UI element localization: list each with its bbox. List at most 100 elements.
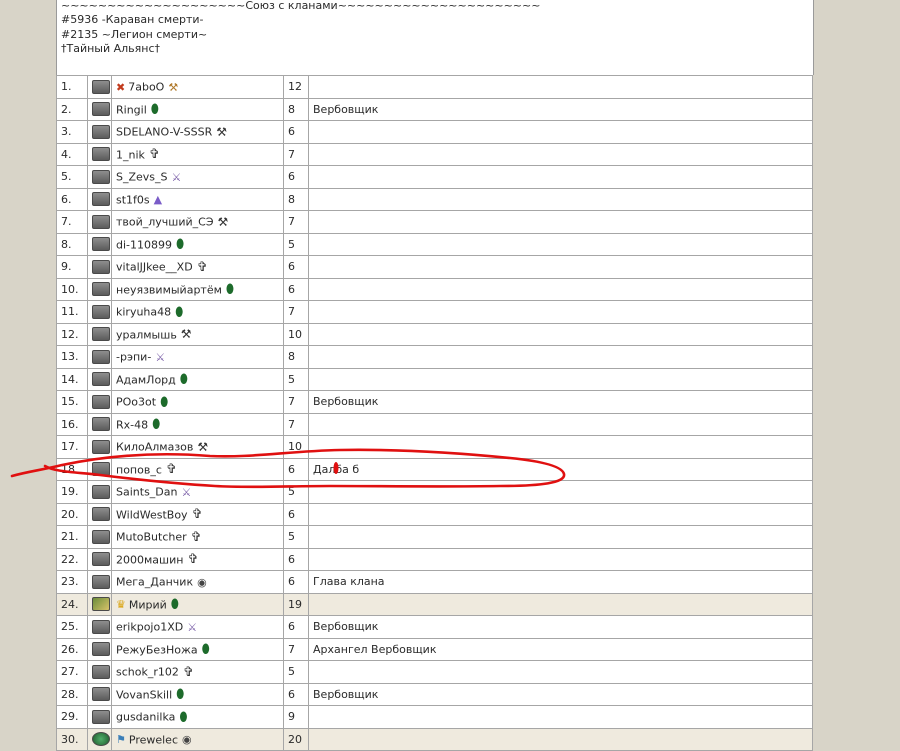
member-role: Глава клана — [308, 570, 813, 594]
member-rank-number: 1. — [56, 75, 88, 99]
member-nick-cell: MutoButcher ✞ — [111, 525, 284, 549]
member-role — [308, 525, 813, 549]
member-row: 9. vitalJJkee__XD ✞ 6 — [56, 255, 813, 279]
member-role — [308, 592, 813, 616]
member-row: 14. АдамЛорд ⬮ 5 — [56, 367, 813, 391]
member-role — [308, 210, 813, 234]
member-nick-cell: SDELANO-V-SSSR ⚒ — [111, 120, 284, 144]
member-level: 6 — [283, 457, 309, 481]
allied-clan-3: †Тайный Альянс† — [61, 42, 161, 55]
member-nick-link[interactable]: Prewelec — [129, 733, 178, 746]
sword-icon: ⚔ — [181, 485, 192, 499]
sword-icon: ⚔ — [187, 620, 198, 634]
member-rank-cell — [87, 547, 112, 571]
member-rank-number: 21. — [56, 525, 88, 549]
member-nick-link[interactable]: WildWestBoy — [116, 508, 188, 521]
leaf-icon: ⬮ — [175, 304, 184, 320]
member-level: 5 — [283, 367, 309, 391]
member-nick-link[interactable]: gusdanilka — [116, 711, 175, 724]
member-level: 9 — [283, 705, 309, 729]
member-nick-link[interactable]: VovanSkill — [116, 688, 172, 701]
member-nick-link[interactable]: vitalJJkee__XD — [116, 261, 193, 274]
member-nick-cell: ⚑ Prewelec ◉ — [111, 727, 284, 751]
member-nick-cell: S_Zevs_S ⚔ — [111, 165, 284, 189]
member-nick-cell: 2000машин ✞ — [111, 547, 284, 571]
member-nick-cell: schok_r102 ✞ — [111, 660, 284, 684]
member-role — [308, 142, 813, 166]
member-rank-cell — [87, 570, 112, 594]
member-role: Вербовщик — [308, 390, 813, 414]
member-rank-number: 8. — [56, 232, 88, 256]
member-nick-link[interactable]: АдамЛорд — [116, 373, 176, 386]
member-nick-link[interactable]: 1_nik — [116, 148, 145, 161]
member-level: 7 — [283, 412, 309, 436]
member-nick-link[interactable]: КилоАлмазов — [116, 441, 193, 454]
sword-icon: ⚔ — [155, 350, 166, 364]
member-row: 30. ⚑ Prewelec ◉ 20 — [56, 727, 813, 751]
member-nick-link[interactable]: 7aboO — [128, 81, 164, 94]
member-rank-number: 10. — [56, 277, 88, 301]
member-nick-link[interactable]: 2000машин — [116, 553, 183, 566]
member-rank-cell — [87, 592, 112, 616]
member-nick-cell: неуязвимыйартём ⬮ — [111, 277, 284, 301]
scythe-icon: ⚒ — [197, 439, 209, 454]
member-nick-link[interactable]: st1f0s — [116, 193, 150, 206]
member-nick-link[interactable]: Ringil — [116, 103, 147, 116]
member-nick-link[interactable]: schok_r102 — [116, 666, 179, 679]
member-rank-number: 13. — [56, 345, 88, 369]
member-nick-link[interactable]: РежуБезНожа — [116, 643, 198, 656]
leaf-icon: ⬮ — [176, 687, 185, 702]
member-nick-link[interactable]: неуязвимыйартём — [116, 283, 222, 296]
member-rank-number: 27. — [56, 660, 88, 684]
member-row: 15. POo3ot ⬮ 7 Вербовщик — [56, 390, 813, 414]
member-nick-link[interactable]: Saints_Dan — [116, 486, 177, 499]
member-rank-cell — [87, 345, 112, 369]
member-rank-cell — [87, 277, 112, 301]
member-nick-cell: WildWestBoy ✞ — [111, 502, 284, 526]
member-rank-number: 14. — [56, 367, 88, 391]
member-nick-link[interactable]: Мега_Данчик — [116, 576, 193, 589]
member-rank-cell — [87, 142, 112, 166]
member-role — [308, 120, 813, 144]
member-row: 6. st1f0s ▲ 8 — [56, 187, 813, 211]
leaf-icon: ⬮ — [225, 282, 235, 297]
member-nick-link[interactable]: S_Zevs_S — [116, 171, 168, 184]
member-nick-link[interactable]: Мирий — [129, 598, 167, 611]
member-nick-link[interactable]: SDELANO-V-SSSR — [116, 126, 212, 139]
member-nick-link[interactable]: kiryuha48 — [116, 306, 171, 319]
member-nick-link[interactable]: POo3ot — [116, 396, 156, 409]
member-nick-link[interactable]: MutoButcher — [116, 531, 187, 544]
member-role — [308, 412, 813, 436]
member-rank-cell — [87, 412, 112, 436]
member-nick-link[interactable]: твой_лучший_СЭ — [116, 216, 214, 229]
member-level: 7 — [283, 390, 309, 414]
rank-icon — [92, 237, 110, 252]
member-level: 5 — [283, 232, 309, 256]
quill-rank-icon — [92, 597, 110, 612]
cross-icon: ✞ — [165, 462, 177, 477]
member-level: 7 — [283, 300, 309, 324]
member-nick-cell: ♛ Мирий ⬮ — [111, 592, 284, 616]
member-nick-link[interactable]: di-110899 — [116, 238, 172, 251]
member-rank-cell — [87, 322, 112, 346]
member-nick-link[interactable]: erikpojo1XD — [116, 621, 183, 634]
member-nick-link[interactable]: Rx-48 — [116, 418, 148, 431]
member-row: 19. Saints_Dan ⚔ 5 — [56, 480, 813, 504]
crown-icon: ♛ — [116, 598, 126, 611]
member-nick-link[interactable]: попов_с — [116, 463, 162, 476]
member-level: 5 — [283, 480, 309, 504]
leaf-icon: ⬮ — [160, 394, 169, 410]
member-level: 6 — [283, 120, 309, 144]
member-nick-link[interactable]: -рэпи- — [116, 351, 151, 364]
member-level: 8 — [283, 97, 309, 121]
member-role — [308, 435, 813, 459]
member-nick-cell: Saints_Dan ⚔ — [111, 480, 284, 504]
member-rank-cell — [87, 255, 112, 279]
allied-clan-2: #2135 ~Легион смерти~ — [61, 28, 208, 41]
member-row: 3. SDELANO-V-SSSR ⚒ 6 — [56, 120, 813, 144]
member-rank-cell — [87, 637, 112, 661]
member-row: 25. erikpojo1XD ⚔ 6 Вербовщик — [56, 615, 813, 639]
member-nick-link[interactable]: уралмышь — [116, 328, 177, 341]
member-nick-cell: Ringil ⬮ — [111, 97, 284, 121]
rank-icon — [92, 147, 110, 162]
